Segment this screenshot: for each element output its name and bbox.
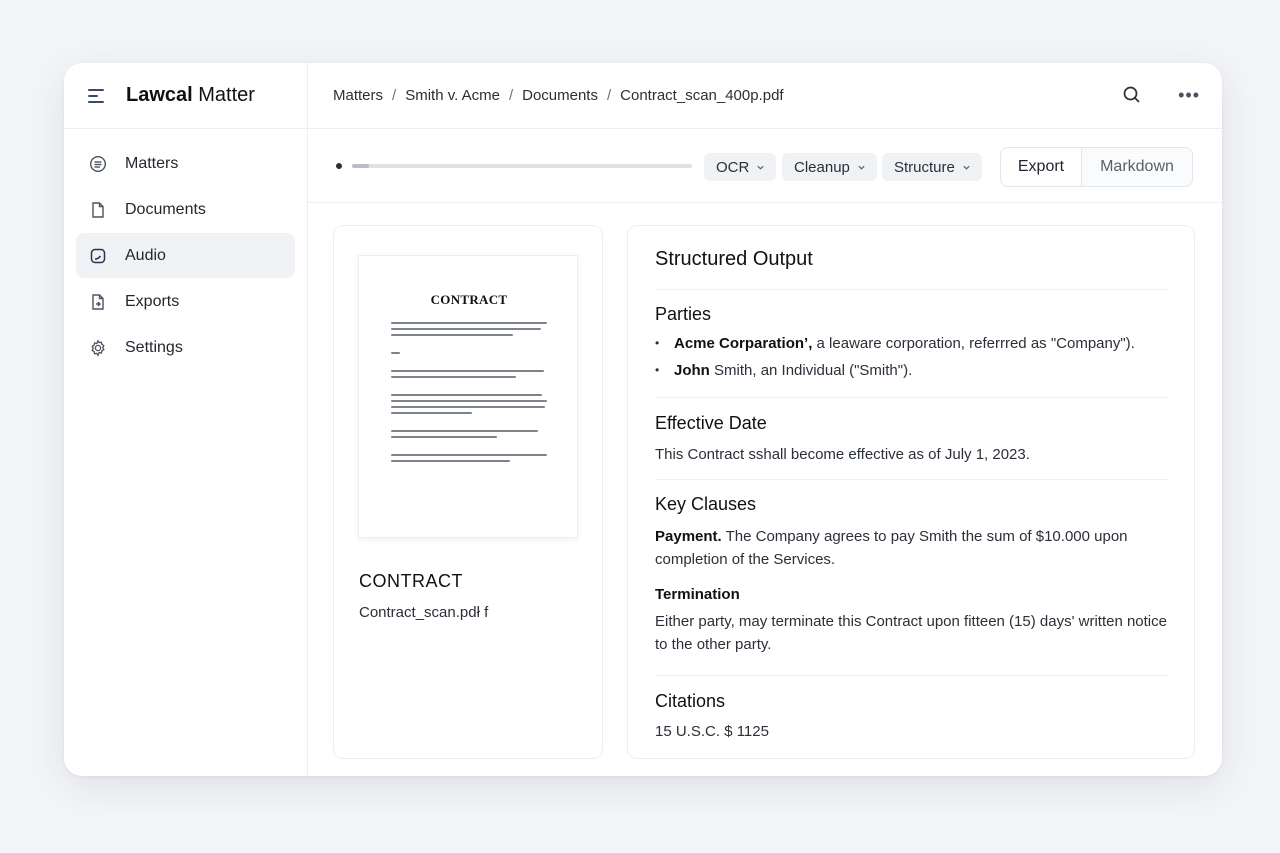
- parties-section: Parties Acme Corparation’, a leaware cor…: [655, 290, 1168, 398]
- page-thumbnail-text-lines: [391, 322, 547, 462]
- citations-heading: Citations: [655, 691, 726, 711]
- chevron-down-icon: [963, 165, 970, 170]
- structured-output-title: Structured Output: [655, 226, 1168, 290]
- structure-dropdown-label: Structure: [894, 158, 955, 176]
- parties-heading: Parties: [655, 304, 712, 324]
- effective-date-text: This Contract sshall become effective as…: [655, 446, 1030, 463]
- list-item: John Smith, an Individual ("Smith").: [655, 357, 1168, 384]
- hamburger-menu-icon[interactable]: [88, 88, 104, 103]
- app-window: Lawcal Matter Matters Documents Audio Ex…: [64, 63, 1222, 776]
- page-thumbnail[interactable]: CONTRACT: [358, 255, 578, 538]
- effective-date-section: Effective Date This Contract sshall beco…: [655, 398, 1168, 480]
- processing-toolbar: OCR Cleanup Structure Export Markdown: [308, 129, 1222, 203]
- breadcrumb-matters[interactable]: Matters: [333, 87, 383, 104]
- audio-icon: [89, 247, 107, 265]
- preview-title: CONTRACT: [359, 571, 463, 591]
- document-preview-card[interactable]: CONTRACT CONTRACT Contract_scan.pdł f: [333, 225, 603, 759]
- key-clauses-section: Key Clauses Payment. The Company agrees …: [655, 480, 1168, 676]
- effective-date-heading: Effective Date: [655, 413, 767, 433]
- app-logo-text: Lawcal Matter: [126, 84, 255, 106]
- sidebar-item-matters[interactable]: Matters: [76, 141, 295, 186]
- list-item: Acme Corparation’, a leaware corporation…: [655, 330, 1168, 357]
- gear-icon: [89, 338, 107, 357]
- chevron-down-icon: [757, 165, 764, 170]
- preview-filename: Contract_scan.pdł f: [359, 604, 489, 621]
- progress-bar: [352, 164, 692, 168]
- breadcrumb-documents[interactable]: Documents: [522, 87, 598, 104]
- cleanup-dropdown-label: Cleanup: [794, 158, 850, 176]
- structured-output-panel: Structured Output Parties Acme Corparati…: [627, 225, 1195, 759]
- top-actions: •••: [1122, 85, 1200, 105]
- breadcrumb: Matters / Smith v. Acme / Documents / Co…: [333, 87, 784, 104]
- sidebar-item-label: Exports: [125, 292, 180, 310]
- export-format-toggle: Export Markdown: [1000, 147, 1193, 187]
- breadcrumb-current-file: Contract_scan_400p.pdf: [620, 87, 784, 104]
- document-icon: [89, 201, 107, 219]
- breadcrumb-separator: /: [508, 87, 514, 104]
- breadcrumb-separator: /: [392, 87, 397, 104]
- page-thumbnail-heading: CONTRACT: [430, 292, 508, 307]
- termination-heading: Termination: [655, 586, 740, 603]
- progress-bar-fill: [352, 164, 369, 168]
- sidebar-nav: Matters Documents Audio Exports Settings: [64, 129, 307, 370]
- structure-dropdown[interactable]: Structure: [882, 153, 982, 181]
- payment-clause: Payment. The Company agrees to pay Smith…: [655, 528, 1128, 568]
- progress-indicator-dot: [336, 163, 342, 169]
- sidebar-item-settings[interactable]: Settings: [76, 325, 295, 370]
- citation-text: 15 U.S.C. $ 1125: [655, 723, 769, 740]
- key-clauses-heading: Key Clauses: [655, 494, 757, 514]
- top-bar: Matters / Smith v. Acme / Documents / Co…: [308, 63, 1222, 129]
- sidebar-item-label: Audio: [125, 246, 166, 264]
- ocr-dropdown-label: OCR: [716, 158, 750, 176]
- list-circle-icon: [89, 155, 107, 173]
- sidebar-item-label: Documents: [125, 200, 206, 218]
- export-button[interactable]: Export: [1001, 148, 1082, 186]
- main-content: Matters / Smith v. Acme / Documents / Co…: [308, 63, 1222, 776]
- sidebar-item-label: Settings: [125, 338, 183, 356]
- markdown-button[interactable]: Markdown: [1082, 148, 1192, 186]
- sidebar: Lawcal Matter Matters Documents Audio Ex…: [64, 63, 308, 776]
- breadcrumb-separator: /: [606, 87, 612, 104]
- cleanup-dropdown[interactable]: Cleanup: [782, 153, 877, 181]
- sidebar-item-label: Matters: [125, 154, 179, 172]
- citations-section: Citations 15 U.S.C. $ 1125: [655, 676, 1168, 743]
- termination-clause: Either party, may terminate this Contrac…: [655, 613, 1167, 653]
- sidebar-item-documents[interactable]: Documents: [76, 187, 295, 232]
- breadcrumb-matter[interactable]: Smith v. Acme: [405, 87, 500, 104]
- sidebar-item-exports[interactable]: Exports: [76, 279, 295, 324]
- sidebar-item-audio[interactable]: Audio: [76, 233, 295, 278]
- export-file-icon: [89, 293, 107, 311]
- chevron-down-icon: [858, 165, 865, 170]
- more-options-icon[interactable]: •••: [1178, 86, 1200, 104]
- search-icon[interactable]: [1122, 85, 1142, 105]
- ocr-dropdown[interactable]: OCR: [704, 153, 777, 181]
- parties-list: Acme Corparation’, a leaware corporation…: [655, 330, 1168, 384]
- brand-header: Lawcal Matter: [64, 63, 307, 129]
